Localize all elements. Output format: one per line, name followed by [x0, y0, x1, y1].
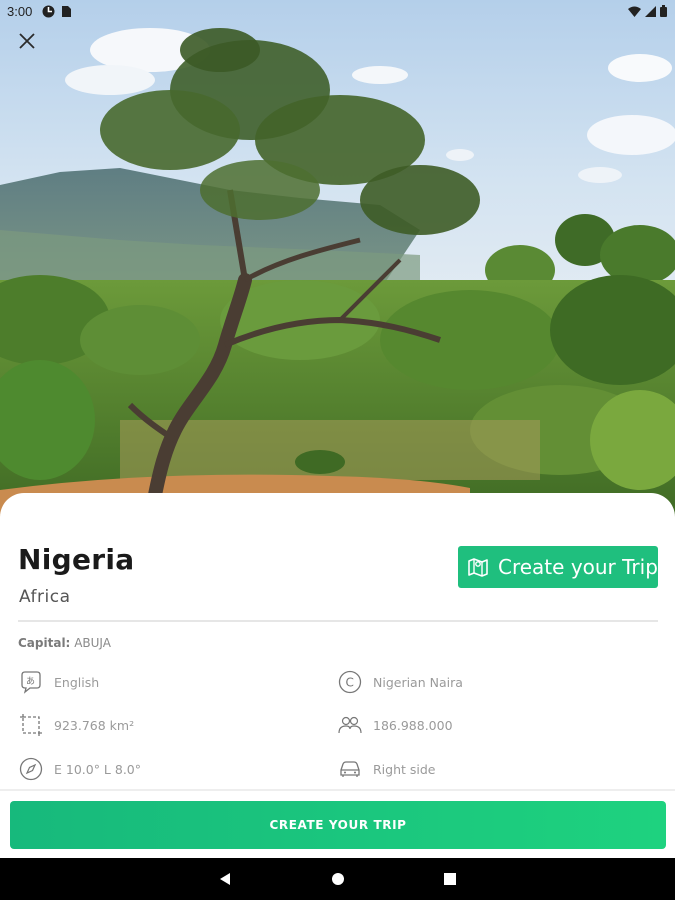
back-triangle-icon: [220, 873, 230, 885]
divider: [18, 620, 658, 622]
capital-label: Capital:: [18, 636, 71, 650]
wifi-icon: [628, 5, 641, 20]
coordinates-info: E 10.0° L 8.0°: [18, 756, 141, 782]
bottom-divider: [0, 789, 675, 791]
svg-text:C: C: [346, 676, 354, 690]
language-icon: あ: [18, 669, 44, 695]
hero-photo: [0, 0, 675, 520]
close-icon: [19, 33, 35, 49]
population-info: 186.988.000: [337, 712, 453, 738]
car-icon: [337, 756, 363, 782]
data-saver-icon: [42, 5, 55, 21]
create-trip-header-button[interactable]: Create your Trip: [458, 546, 658, 588]
svg-text:あ: あ: [26, 676, 35, 687]
system-navigation-bar: [0, 858, 675, 900]
area-value: 923.768 km²: [54, 717, 135, 733]
signal-icon: [645, 5, 656, 20]
create-trip-header-label: Create your Trip: [498, 555, 658, 579]
language-value: English: [54, 674, 100, 690]
population-value: 186.988.000: [373, 717, 453, 733]
status-bar: 3:00: [0, 0, 675, 24]
recents-square-icon: [444, 873, 456, 885]
capital-row: Capital: ABUJA: [18, 636, 111, 650]
country-detail-card: Nigeria Africa Create your Trip Capital:…: [0, 493, 675, 900]
sim-card-icon: [61, 5, 72, 21]
nav-home-button[interactable]: [326, 868, 350, 890]
driving-side-value: Right side: [373, 761, 436, 777]
area-info: 923.768 km²: [18, 712, 134, 738]
capital-value: ABUJA: [74, 636, 111, 650]
map-icon: [466, 555, 490, 579]
savanna-landscape-illustration: [0, 0, 675, 520]
population-icon: [337, 712, 363, 738]
currency-info: C Nigerian Naira: [337, 669, 463, 695]
status-time: 3:00: [7, 4, 33, 19]
currency-value: Nigerian Naira: [373, 674, 463, 690]
close-button[interactable]: [12, 26, 42, 56]
currency-icon: C: [337, 669, 363, 695]
home-circle-icon: [332, 873, 344, 885]
nav-recents-button[interactable]: [438, 868, 462, 890]
country-name: Nigeria: [18, 543, 135, 576]
continent-name: Africa: [19, 587, 71, 607]
create-trip-bottom-button[interactable]: CREATE YOUR TRIP: [10, 801, 666, 849]
coordinates-value: E 10.0° L 8.0°: [54, 761, 141, 777]
language-info: あ English: [18, 669, 99, 695]
driving-side-info: Right side: [337, 756, 436, 782]
area-icon: [18, 712, 44, 738]
compass-icon: [18, 756, 44, 782]
nav-back-button[interactable]: [213, 868, 237, 890]
battery-icon: [660, 5, 667, 20]
